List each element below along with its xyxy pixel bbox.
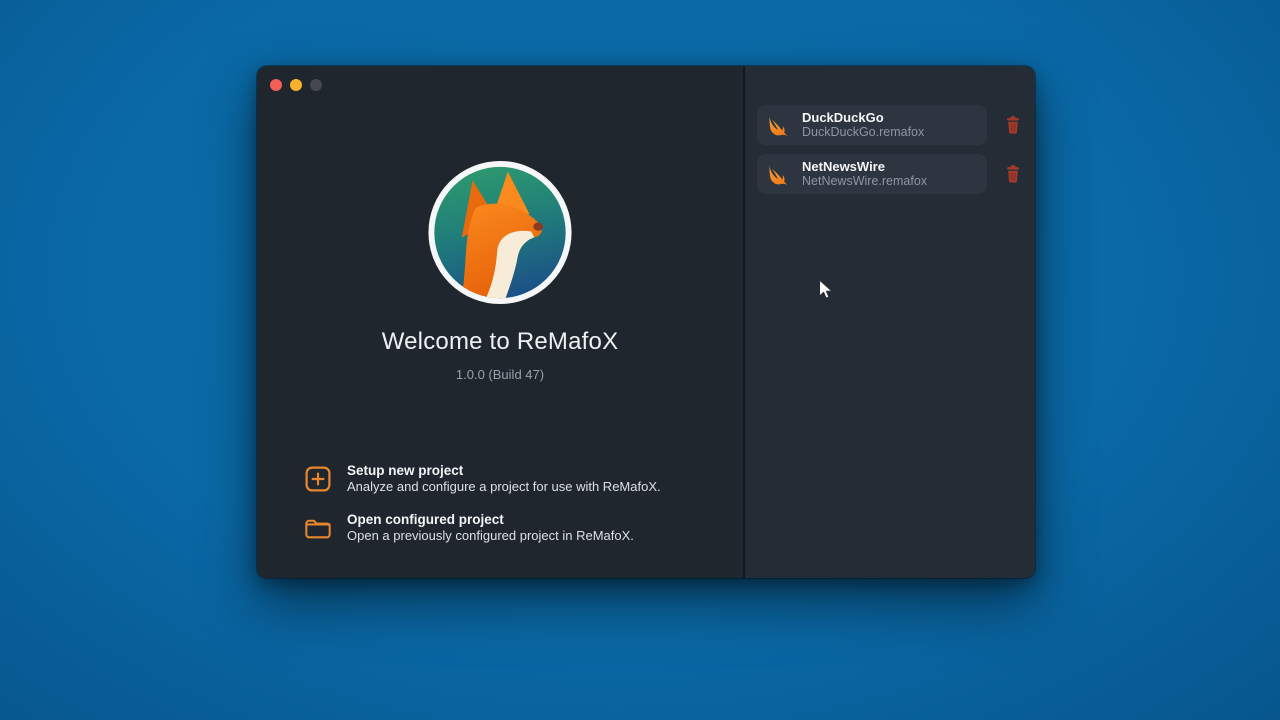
swift-icon	[766, 114, 791, 137]
delete-project-button[interactable]	[1005, 115, 1021, 135]
project-row: NetNewsWire NetNewsWire.remafox	[757, 154, 1035, 194]
project-item-netnewswire[interactable]: NetNewsWire NetNewsWire.remafox	[757, 154, 987, 194]
version-label: 1.0.0 (Build 47)	[257, 367, 743, 382]
project-text: NetNewsWire NetNewsWire.remafox	[802, 159, 927, 189]
remafox-fox-logo	[427, 159, 574, 306]
folder-icon	[304, 514, 332, 542]
welcome-actions: Setup new project Analyze and configure …	[304, 463, 661, 544]
setup-new-project-button[interactable]: Setup new project Analyze and configure …	[304, 463, 661, 495]
trash-icon	[1005, 115, 1021, 135]
trash-icon	[1005, 164, 1021, 184]
swift-icon	[766, 163, 791, 186]
action-subtitle: Open a previously configured project in …	[347, 528, 634, 544]
welcome-title: Welcome to ReMafoX	[257, 328, 743, 356]
desktop-background: { "desktop": { "wallpaper_color": "#0a69…	[0, 0, 1280, 720]
action-text: Open configured project Open a previousl…	[347, 512, 634, 544]
action-title: Open configured project	[347, 512, 634, 528]
close-button[interactable]	[270, 79, 282, 91]
action-subtitle: Analyze and configure a project for use …	[347, 479, 661, 495]
minimize-button[interactable]	[290, 79, 302, 91]
plus-square-icon	[304, 465, 332, 493]
project-row: DuckDuckGo DuckDuckGo.remafox	[757, 105, 1035, 145]
action-text: Setup new project Analyze and configure …	[347, 463, 661, 495]
action-title: Setup new project	[347, 463, 661, 479]
zoom-button[interactable]	[310, 79, 322, 91]
project-name: DuckDuckGo	[802, 110, 924, 125]
project-name: NetNewsWire	[802, 159, 927, 174]
project-filename: NetNewsWire.remafox	[802, 174, 927, 189]
welcome-pane: Welcome to ReMafoX 1.0.0 (Build 47) Setu…	[257, 66, 743, 578]
delete-project-button[interactable]	[1005, 164, 1021, 184]
recent-projects-pane: DuckDuckGo DuckDuckGo.remafox	[743, 66, 1035, 578]
open-configured-project-button[interactable]: Open configured project Open a previousl…	[304, 512, 661, 544]
project-text: DuckDuckGo DuckDuckGo.remafox	[802, 110, 924, 140]
remafox-welcome-window: Welcome to ReMafoX 1.0.0 (Build 47) Setu…	[257, 66, 1035, 578]
project-filename: DuckDuckGo.remafox	[802, 125, 924, 140]
project-item-duckduckgo[interactable]: DuckDuckGo DuckDuckGo.remafox	[757, 105, 987, 145]
titlebar	[270, 79, 322, 91]
